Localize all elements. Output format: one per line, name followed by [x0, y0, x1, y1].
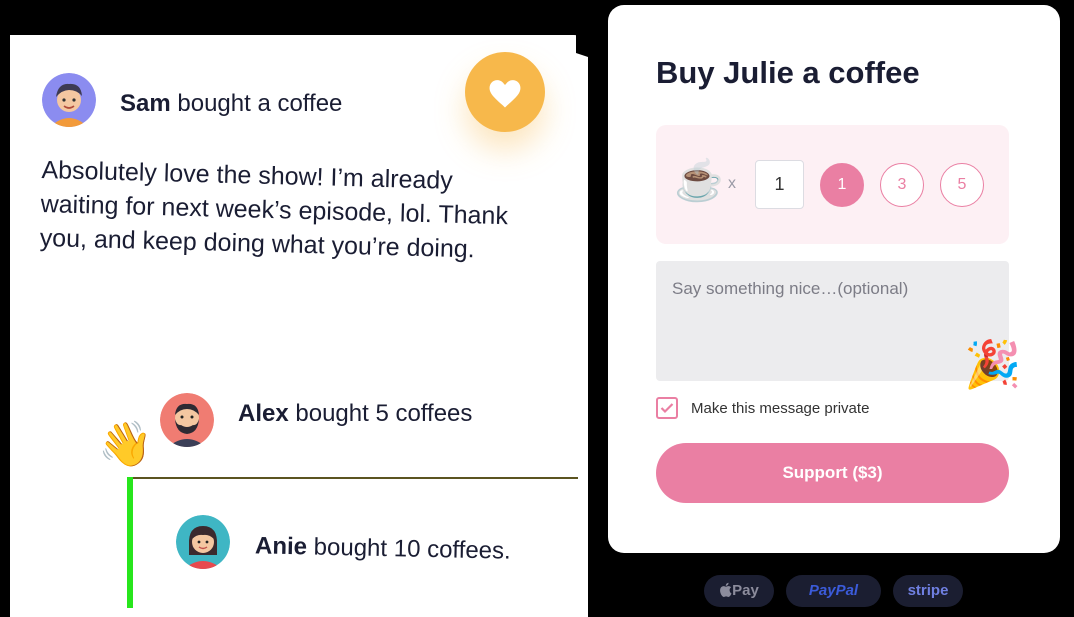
coffee-cup-icon: ☕	[674, 159, 724, 203]
supporter-message: Absolutely love the show! I’m already wa…	[39, 155, 509, 264]
stripe-label: stripe	[907, 582, 949, 599]
anie-supporter-line: Anie bought 10 coffees.	[255, 532, 511, 565]
message-textarea[interactable]: Say something nice…(optional)	[656, 261, 1009, 381]
support-title: Buy Julie a coffee	[656, 55, 920, 90]
support-widget-card: Buy Julie a coffee ☕ x 1 1 3 5 Say somet…	[608, 5, 1060, 553]
paypal-badge: PayPal	[786, 575, 881, 607]
alex-avatar	[160, 393, 214, 447]
supporter-name: Alex	[238, 400, 289, 427]
quantity-input[interactable]: 1	[755, 160, 804, 209]
waving-hand-icon: 👋	[98, 420, 153, 469]
anie-avatar	[176, 515, 230, 569]
private-message-checkbox[interactable]	[656, 397, 678, 419]
supporter-name: Sam	[120, 90, 171, 117]
quantity-option-3[interactable]: 3	[880, 163, 924, 207]
multiplier-label: x	[728, 175, 736, 192]
private-message-label: Make this message private	[691, 400, 870, 417]
support-button[interactable]: Support ($3)	[656, 443, 1009, 503]
supporter-action: bought 5 coffees	[288, 400, 473, 427]
supporter-name: Anie	[254, 532, 308, 561]
apple-pay-badge: Pay	[704, 575, 774, 607]
party-popper-icon: 🎉	[964, 338, 1022, 390]
checkmark-icon	[660, 403, 674, 414]
quantity-option-1[interactable]: 1	[820, 163, 864, 207]
divider-line	[128, 477, 578, 479]
alex-supporter-line: Alex bought 5 coffees	[238, 400, 472, 428]
supporter-feed-card: Sam bought a coffee Absolutely love the …	[10, 35, 588, 617]
stripe-badge: stripe	[893, 575, 963, 607]
heart-icon	[489, 80, 521, 108]
vertical-accent-line	[127, 477, 133, 608]
supporter-action: bought a coffee	[170, 90, 343, 117]
sam-supporter-line: Sam bought a coffee	[120, 90, 342, 118]
quantity-panel: ☕ x 1 1 3 5	[656, 125, 1009, 244]
quantity-option-5[interactable]: 5	[940, 163, 984, 207]
apple-pay-label: Pay	[732, 582, 759, 599]
paypal-label: PayPal	[808, 582, 859, 599]
heart-badge[interactable]	[465, 52, 545, 132]
supporter-action: bought 10 coffees.	[306, 533, 511, 565]
apple-icon	[720, 582, 732, 597]
sam-avatar	[42, 73, 96, 127]
